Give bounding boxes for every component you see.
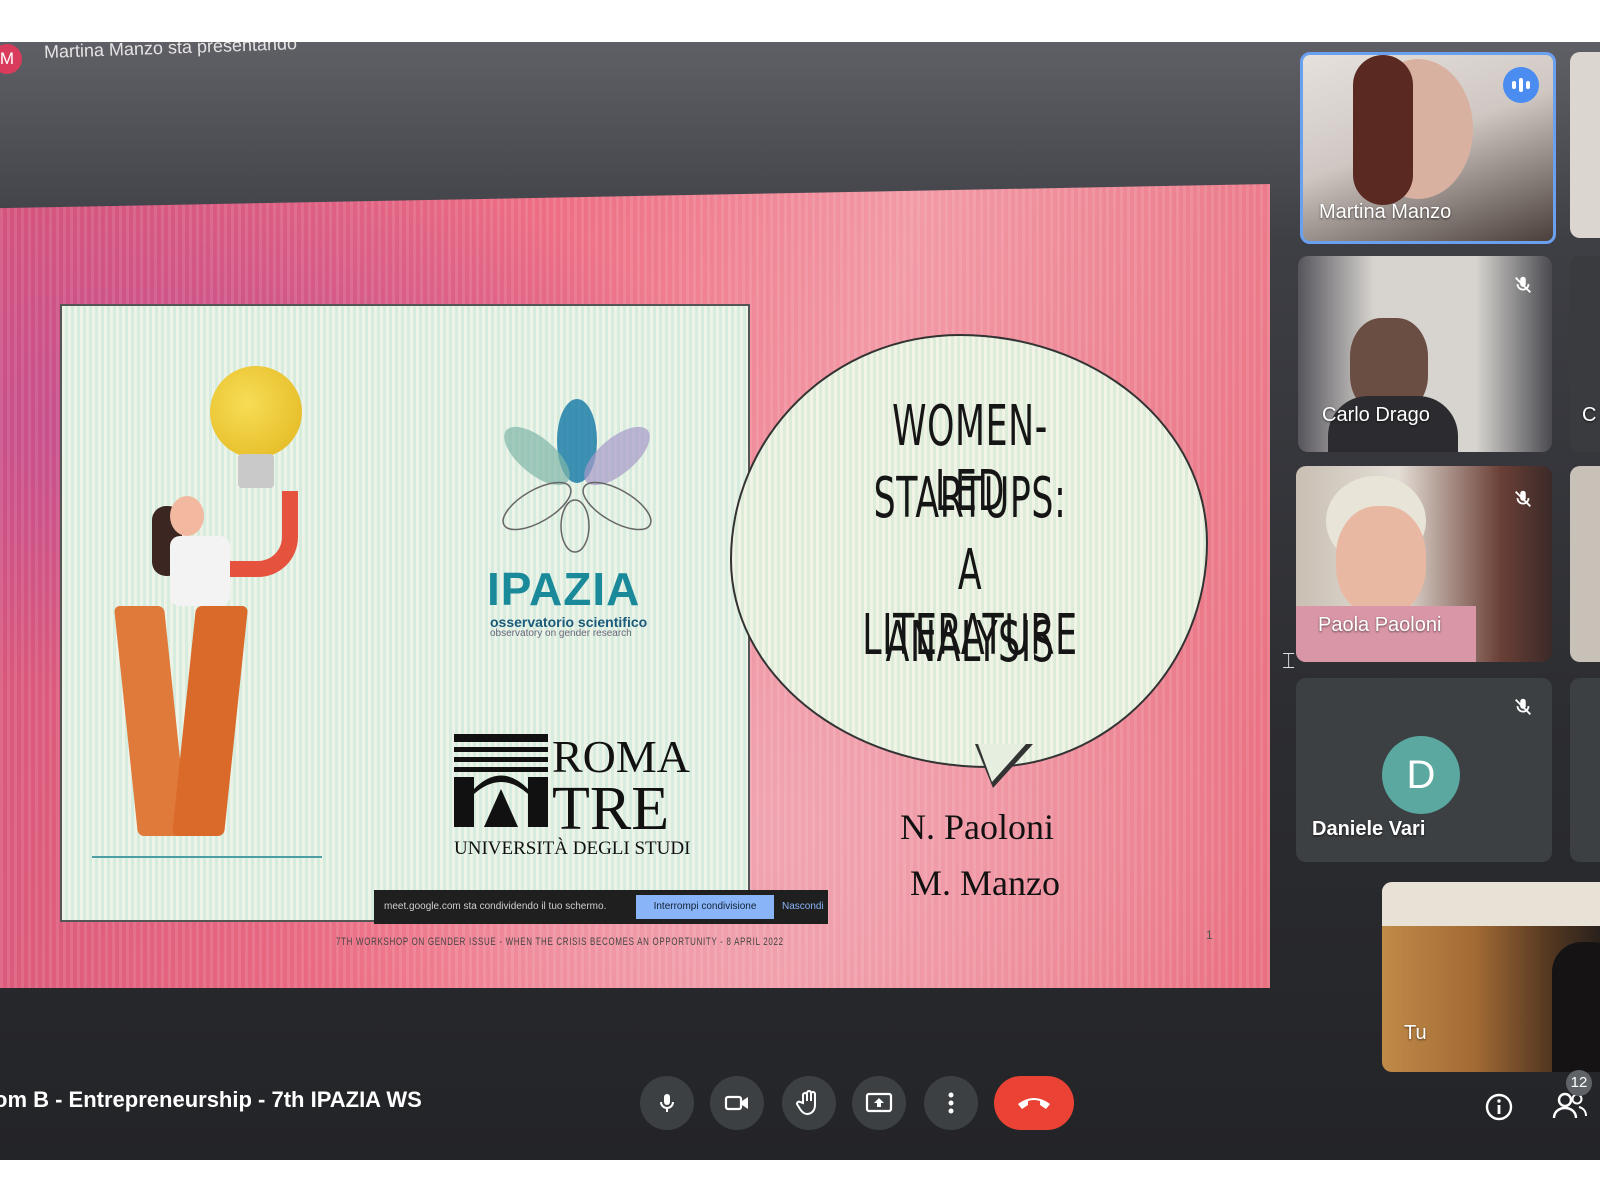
lightbulb-base (238, 454, 274, 488)
roma-tre-line3: UNIVERSITÀ DEGLI STUDI (454, 838, 691, 859)
participant-count-badge: 12 (1566, 1070, 1592, 1096)
mic-button[interactable] (640, 1076, 694, 1130)
more-vert-icon (948, 1092, 954, 1114)
ipazia-subtitle-en: observatory on gender research (490, 628, 632, 639)
raise-hand-button[interactable] (782, 1076, 836, 1130)
participant-tile[interactable]: Paola Paoloni (1296, 466, 1552, 662)
woman-head (170, 496, 204, 536)
stop-sharing-button[interactable]: Interrompi condivisione (636, 895, 774, 919)
microphone-icon (660, 1094, 674, 1112)
text-cursor-icon: ⌶ (1282, 648, 1296, 673)
participant-tile-partial[interactable]: C (1570, 256, 1600, 452)
participant-name: Carlo Drago (1322, 404, 1430, 426)
info-icon (1485, 1093, 1513, 1121)
slide-title-line: ANALYSIS (885, 610, 1055, 675)
hangup-icon (1018, 1098, 1050, 1109)
speaking-indicator-icon (1503, 67, 1539, 103)
meeting-info-button[interactable] (1484, 1092, 1514, 1122)
mic-off-icon (1515, 276, 1531, 293)
participant-tile[interactable]: D Daniele Vari (1296, 678, 1552, 862)
present-screen-icon (865, 1092, 893, 1113)
hide-banner-button[interactable]: Nascondi (782, 901, 824, 912)
meet-screen: M Martina Manzo sta presentando IPAZIA o… (0, 42, 1600, 1160)
self-view-person (1552, 942, 1600, 1072)
camera-button[interactable] (710, 1076, 764, 1130)
participant-tile-partial[interactable] (1570, 466, 1600, 662)
slide-title-line: STARTUPS: (873, 466, 1067, 531)
presenter-status: Martina Manzo sta presentando (43, 42, 298, 62)
meeting-title: om B - Entrepreneurship - 7th IPAZIA WS (0, 1087, 422, 1112)
slide-footer: 7TH WORKSHOP ON GENDER ISSUE - WHEN THE … (336, 936, 784, 948)
present-screen-button[interactable] (852, 1076, 906, 1130)
speech-bubble-tail-fill (978, 744, 1026, 782)
raise-hand-icon (796, 1090, 816, 1116)
slide-page-number: 1 (1206, 928, 1213, 942)
mic-off-icon (1515, 490, 1531, 507)
mic-off-icon (1515, 698, 1531, 715)
slide-logo-card: IPAZIA osservatorio scientifico observat… (60, 304, 750, 922)
participant-video (1336, 506, 1426, 616)
participant-name: Paola Paoloni (1318, 614, 1442, 636)
participant-tile[interactable]: Martina Manzo (1300, 52, 1556, 244)
participant-tile[interactable]: Carlo Drago (1298, 256, 1552, 452)
lightbulb-illustration (210, 366, 302, 458)
self-view-tile[interactable]: Tu (1382, 882, 1600, 1072)
woman-top (170, 536, 230, 606)
participant-hair (1353, 55, 1413, 205)
participant-tile-partial[interactable] (1570, 678, 1600, 862)
avatar: D (1382, 736, 1460, 814)
ipazia-logo-text: IPAZIA (487, 563, 641, 615)
ground-line (92, 856, 322, 858)
participant-name: Daniele Vari (1312, 818, 1426, 840)
presenter-avatar: M (0, 44, 22, 74)
share-banner-text: meet.google.com sta condividendo il tuo … (384, 901, 607, 912)
participant-name: Tu (1404, 1022, 1427, 1044)
ipazia-flower-logo-icon (502, 399, 652, 553)
participant-name: Martina Manzo (1319, 201, 1452, 223)
presenter-bar: M Martina Manzo sta presentando (0, 42, 1290, 82)
share-banner: meet.google.com sta condividendo il tuo … (374, 890, 828, 924)
woman-pants-right (171, 606, 249, 836)
participant-tile-partial[interactable] (1570, 52, 1600, 238)
camera-icon (724, 1095, 748, 1111)
slide-author: N. Paoloni (900, 807, 1055, 847)
roma-tre-line2: TRE (552, 775, 670, 843)
self-view-ceiling (1382, 882, 1600, 926)
shared-slide: IPAZIA osservatorio scientifico observat… (0, 184, 1270, 988)
leave-call-button[interactable] (994, 1076, 1074, 1130)
slide-author: M. Manzo (910, 863, 1060, 903)
more-options-button[interactable] (924, 1076, 978, 1130)
